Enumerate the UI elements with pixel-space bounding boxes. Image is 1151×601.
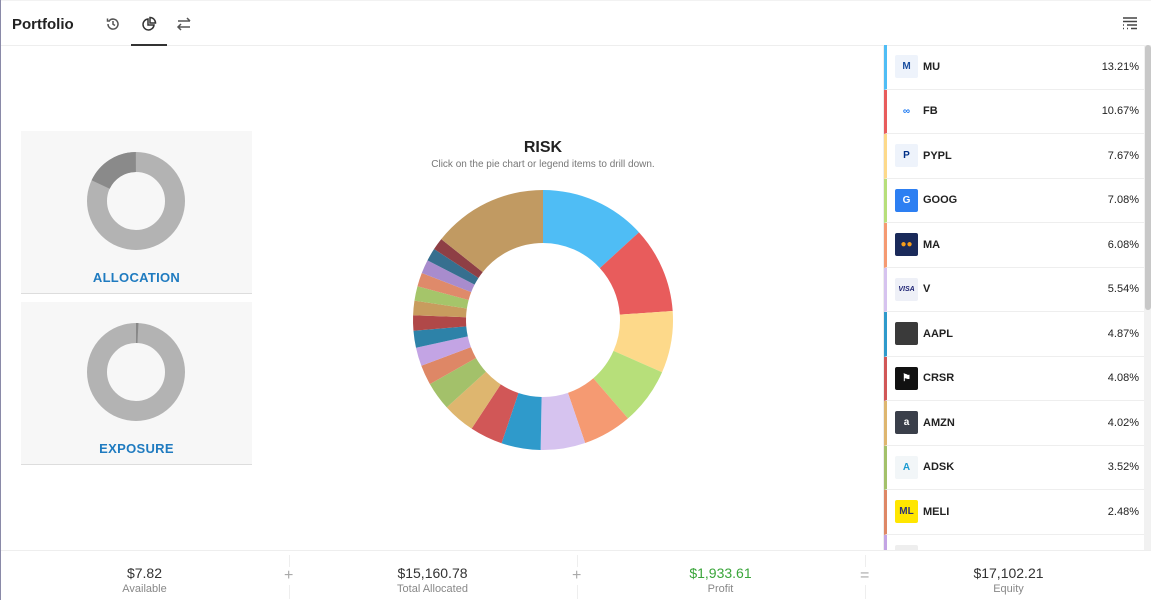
amzn-logo-icon: a xyxy=(895,411,918,435)
history-icon[interactable] xyxy=(100,13,126,35)
legend-item-adsk[interactable]: A ADSK 3.52% xyxy=(884,445,1144,490)
summary-label: Available xyxy=(122,583,167,595)
legend-percent: 4.87% xyxy=(1107,327,1139,340)
legend-symbol: AMZN xyxy=(923,416,955,429)
exposure-card[interactable]: EXPOSURE xyxy=(21,302,252,465)
legend-percent: 7.08% xyxy=(1107,194,1139,207)
summary-label: Equity xyxy=(993,583,1024,595)
legend-item-meli[interactable]: ML MELI 2.48% xyxy=(884,490,1144,535)
legend-percent: 10.67% xyxy=(1101,105,1139,118)
mu-logo-icon: M xyxy=(895,55,918,79)
v-logo-icon: VISA xyxy=(895,277,918,301)
legend-item-crsr[interactable]: ⚑ CRSR 4.08% xyxy=(884,356,1144,401)
summary-value: $7.82 xyxy=(126,565,163,581)
summary-label: Total Allocated xyxy=(397,583,468,595)
legend-symbol: GOOG xyxy=(923,194,958,207)
legend-item-ma[interactable]: ●● MA 6.08% xyxy=(884,223,1144,268)
summary-profit: $1,933.61 Profit xyxy=(577,551,864,601)
scrollbar-thumb[interactable] xyxy=(1145,45,1151,310)
legend-item-pypl[interactable]: P PYPL 7.67% xyxy=(884,134,1144,179)
legend-percent: 13.21% xyxy=(1101,60,1139,73)
legend-item-aapl[interactable]: AAPL 4.87% xyxy=(884,312,1144,357)
risk-title: RISK xyxy=(523,139,563,156)
summary-value: $17,102.21 xyxy=(973,565,1044,581)
pypl-logo-icon: P xyxy=(895,144,918,168)
allocation-label: ALLOCATION xyxy=(92,270,181,285)
summary-available: $7.82 Available xyxy=(1,551,288,601)
allocation-donut xyxy=(87,152,185,250)
holdings-legend-list: M MU 13.21% ∞ FB 10.67% P PYPL 7.67% G GOOG… xyxy=(883,45,1144,550)
adsk-logo-icon: A xyxy=(895,455,918,479)
legend-item-fb[interactable]: ∞ FB 10.67% xyxy=(884,89,1144,134)
legend-percent: 7.67% xyxy=(1107,149,1139,162)
summary-label: Profit xyxy=(707,583,734,595)
legend-percent: 3.52% xyxy=(1107,461,1139,474)
legend-symbol: MU xyxy=(923,60,941,73)
sort-menu-icon[interactable] xyxy=(1122,16,1138,35)
summary-total-allocated: $15,160.78 Total Allocated xyxy=(289,551,576,601)
fb-logo-icon: ∞ xyxy=(895,99,918,123)
summary-equity: $17,102.21 Equity xyxy=(865,551,1151,601)
active-tab-indicator xyxy=(131,44,167,46)
transfer-arrows-icon[interactable] xyxy=(171,13,197,35)
legend-scrollbar[interactable] xyxy=(1144,45,1151,550)
allocation-card[interactable]: ALLOCATION xyxy=(21,131,252,294)
legend-item-goog[interactable]: G GOOG 7.08% xyxy=(884,178,1144,223)
legend-item-mu[interactable]: M MU 13.21% xyxy=(884,45,1144,90)
aapl-logo-icon xyxy=(895,322,918,346)
crsr-logo-icon: ⚑ xyxy=(895,366,918,390)
legend-percent: 5.54% xyxy=(1107,283,1139,296)
pie-chart-icon[interactable] xyxy=(136,13,162,35)
legend-percent: 2.48% xyxy=(1107,505,1139,518)
legend-symbol: MELI xyxy=(923,505,950,518)
legend-symbol: MA xyxy=(923,238,941,251)
legend-item-amzn[interactable]: a AMZN 4.02% xyxy=(884,401,1144,446)
legend-symbol: ADSK xyxy=(923,461,955,474)
exposure-donut xyxy=(87,323,185,421)
header: Portfolio xyxy=(1,0,1151,46)
goog-logo-icon: G xyxy=(895,188,918,212)
page-title: Portfolio xyxy=(12,16,74,33)
meli-logo-icon: ML xyxy=(895,500,918,524)
legend-item-v[interactable]: VISA V 5.54% xyxy=(884,267,1144,312)
summary-footer: $7.82 Available + $15,160.78 Total Allocated… xyxy=(1,550,1151,600)
risk-donut-chart[interactable] xyxy=(408,185,678,455)
legend-percent: 6.08% xyxy=(1107,238,1139,251)
legend-symbol: PYPL xyxy=(923,149,952,162)
legend-percent: 4.08% xyxy=(1107,372,1139,385)
legend-symbol: CRSR xyxy=(923,372,955,385)
legend-symbol: FB xyxy=(923,105,938,118)
legend-item-partial[interactable] xyxy=(884,534,1144,550)
risk-subtitle: Click on the pie chart or legend items t… xyxy=(431,159,655,170)
summary-value: $15,160.78 xyxy=(397,565,468,581)
legend-symbol: AAPL xyxy=(923,327,953,340)
legend-percent: 4.02% xyxy=(1107,416,1139,429)
exposure-label: EXPOSURE xyxy=(99,441,174,456)
legend-symbol: V xyxy=(923,283,931,296)
summary-value: $1,933.61 xyxy=(689,565,752,581)
ma-logo-icon: ●● xyxy=(895,233,918,257)
